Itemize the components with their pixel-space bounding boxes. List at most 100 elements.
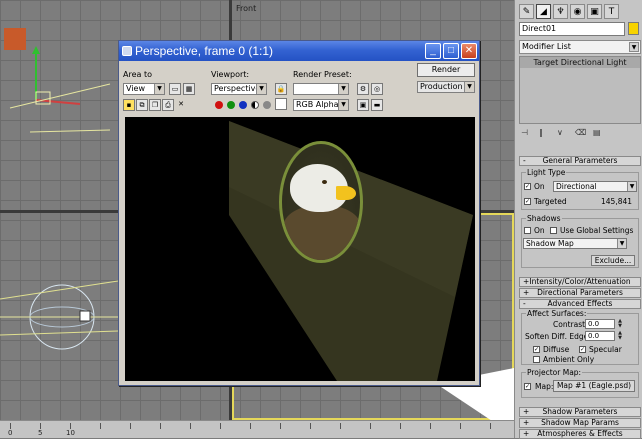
shadow-type-dropdown[interactable]: Shadow Map ▼ [523, 238, 627, 249]
use-global-settings-checkbox[interactable] [550, 227, 557, 234]
projector-map-checkbox[interactable]: ✓ [524, 383, 531, 390]
rollout-general-parameters[interactable]: - General Parameters [519, 156, 641, 166]
track-tick [340, 423, 341, 429]
eagle-body [282, 206, 360, 260]
render-button[interactable]: Render [417, 63, 475, 77]
use-global-settings-label: Use Global Settings [560, 226, 634, 235]
alpha-channel-icon[interactable] [251, 101, 259, 109]
rollout-directional-parameters[interactable]: + Directional Parameters [519, 288, 641, 298]
channel-value: RGB Alpha [296, 100, 339, 109]
exclude-button[interactable]: Exclude... [591, 255, 635, 266]
print-image-icon[interactable]: ⎙ [162, 99, 174, 111]
edit-region-icon[interactable]: ▭ [169, 83, 181, 95]
render-setup-icon[interactable]: ⚙ [357, 83, 369, 95]
rollout-advanced-effects[interactable]: - Advanced Effects [519, 299, 641, 309]
track-tick [190, 423, 191, 429]
blue-channel-icon[interactable] [239, 101, 247, 109]
toggle-ui-overlay-icon[interactable]: ▣ [357, 99, 369, 111]
track-tick [220, 423, 221, 429]
light-on-label: On [534, 182, 545, 191]
clear-icon[interactable]: ✕ [175, 99, 187, 111]
window-titlebar[interactable]: Perspective, frame 0 (1:1) _ □ ✕ [119, 41, 479, 61]
ambient-only-checkbox[interactable] [533, 356, 540, 363]
specular-checkbox[interactable]: ✓ [579, 346, 586, 353]
shadow-type-value: Shadow Map [526, 239, 574, 248]
monochrome-icon[interactable] [263, 101, 271, 109]
viewport-dropdown[interactable]: Perspective ▼ [211, 83, 267, 95]
make-unique-icon[interactable]: ∨ [557, 128, 567, 138]
light-on-checkbox[interactable]: ✓ [524, 183, 531, 190]
auto-region-icon[interactable]: ▦ [183, 83, 195, 95]
rollout-shadow-map-params[interactable]: + Shadow Map Params [519, 418, 641, 428]
rollout-shadow-parameters[interactable]: + Shadow Parameters [519, 407, 641, 417]
maximize-icon[interactable]: □ [443, 43, 459, 59]
render-canvas[interactable] [125, 117, 475, 381]
rollout-title: Intensity/Color/Attenuation [529, 277, 631, 286]
shadows-on-checkbox[interactable] [524, 227, 531, 234]
stack-item-target-directional-light[interactable]: Target Directional Light [520, 57, 640, 68]
motion-tab-icon[interactable]: ◉ [570, 4, 585, 19]
modify-tab-icon[interactable]: ◢ [536, 4, 551, 19]
rollout-intensity-color-attenuation[interactable]: + Intensity/Color/Attenuation [519, 277, 641, 287]
time-trackbar[interactable]: 0 5 10 [0, 420, 514, 438]
track-tick [250, 423, 251, 429]
clone-window-icon[interactable]: ❐ [149, 99, 161, 111]
area-to-dropdown[interactable]: View ▼ [123, 83, 165, 95]
chevron-down-icon: ▼ [464, 82, 474, 92]
red-channel-icon[interactable] [215, 101, 223, 109]
track-tick [310, 423, 311, 429]
show-end-result-icon[interactable]: ‖ [539, 128, 549, 138]
target-gizmo-wireframe[interactable] [0, 40, 118, 210]
pin-stack-icon[interactable]: ⊣ [521, 128, 531, 138]
window-title: Perspective, frame 0 (1:1) [135, 44, 274, 58]
group-title: Light Type [526, 168, 567, 177]
front-viewport-label[interactable]: Front [236, 4, 256, 13]
create-tab-icon[interactable]: ✎ [519, 4, 534, 19]
display-channel-dropdown[interactable]: RGB Alpha ▼ [293, 99, 349, 111]
production-dropdown[interactable]: Production ▼ [417, 81, 475, 93]
close-icon[interactable]: ✕ [461, 43, 477, 59]
chevron-down-icon: ▼ [256, 84, 266, 94]
light-type-dropdown[interactable]: Directional ▼ [553, 181, 637, 192]
soften-diff-edge-label: Soften Diff. Edge: [525, 332, 591, 341]
command-panel: ✎ ◢ ♆ ◉ ▣ T Direct01 Modifier List ▼ Tar… [514, 0, 642, 439]
render-preset-dropdown[interactable]: ▼ [293, 83, 349, 95]
copy-image-icon[interactable]: ⧉ [136, 99, 148, 111]
minimize-icon[interactable]: _ [425, 43, 441, 59]
track-tick-label: 10 [66, 429, 75, 437]
target-distance-value: 145,841 [601, 197, 633, 206]
modifier-list-dropdown[interactable]: Modifier List ▼ [519, 40, 641, 54]
projector-map-button[interactable]: Map #1 (Eagle.psd) [553, 380, 635, 392]
diffuse-checkbox[interactable]: ✓ [533, 346, 540, 353]
display-tab-icon[interactable]: ▣ [587, 4, 602, 19]
contrast-spinner-icon[interactable]: ▲ ▼ [617, 319, 623, 329]
ambient-only-label: Ambient Only [543, 355, 595, 364]
soften-diff-edge-field[interactable]: 0.0 [585, 331, 615, 341]
contrast-label: Contrast: [553, 320, 588, 329]
toggle-ui-icon[interactable]: ▬ [371, 99, 383, 111]
chevron-down-icon: ▼ [338, 84, 348, 94]
track-tick [430, 423, 431, 429]
remove-modifier-icon[interactable]: ⌫ [575, 128, 586, 138]
soften-spinner-icon[interactable]: ▲ ▼ [617, 331, 623, 341]
utilities-tab-icon[interactable]: T [604, 4, 619, 19]
environment-icon[interactable]: ◎ [371, 83, 383, 95]
object-name-field[interactable]: Direct01 [519, 22, 625, 36]
object-color-swatch[interactable] [628, 22, 639, 35]
map-label: Map: [535, 382, 554, 391]
rollout-title: Directional Parameters [537, 288, 623, 297]
contrast-field[interactable]: 0.0 [585, 319, 615, 329]
targeted-checkbox[interactable]: ✓ [524, 198, 531, 205]
background-swatch[interactable] [275, 98, 287, 110]
group-title: Projector Map: [526, 368, 583, 377]
hierarchy-tab-icon[interactable]: ♆ [553, 4, 568, 19]
chevron-down-icon: ▼ [617, 239, 626, 248]
green-channel-icon[interactable] [227, 101, 235, 109]
save-image-icon[interactable]: ▪ [123, 99, 135, 111]
track-tick [400, 423, 401, 429]
lock-viewport-icon[interactable]: 🔒 [275, 83, 287, 95]
configure-sets-icon[interactable]: ▤ [593, 128, 603, 138]
track-tick [460, 423, 461, 429]
group-title: Affect Surfaces: [526, 309, 588, 318]
chevron-down-icon: ▼ [629, 42, 639, 52]
